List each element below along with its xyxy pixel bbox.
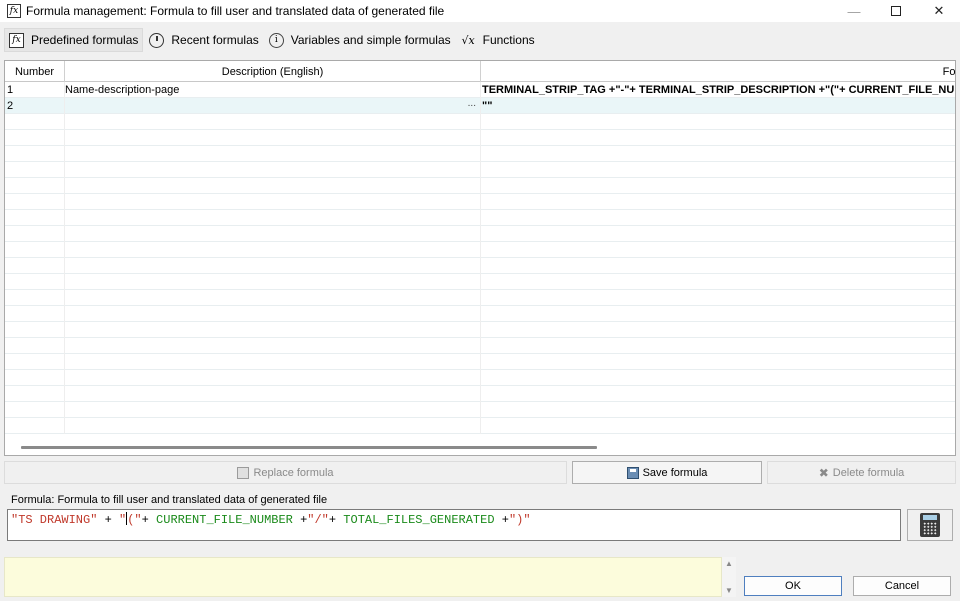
empty-table-row [5,417,955,434]
empty-rows [5,113,955,434]
empty-table-row [5,401,955,418]
row-formula[interactable]: "" [481,98,955,114]
fx-icon: fx [7,4,21,18]
sqrt-icon: √x [461,33,475,47]
close-button[interactable]: ✕ [917,0,960,22]
ellipsis-button[interactable]: ... [468,98,476,109]
row-description-text: Name-description-page [65,83,180,96]
formula-table[interactable]: Number Description (English) Formula 1 N… [4,60,956,456]
empty-table-row [5,241,955,258]
column-header-number[interactable]: Number [5,61,65,82]
formula-token-string: "/" [307,513,329,527]
formula-token-string: ")" [508,513,531,527]
empty-table-row [5,225,955,242]
clock-icon [149,32,165,48]
recent-formulas-button[interactable]: Recent formulas [145,28,263,52]
functions-button[interactable]: √x Functions [456,28,539,52]
predefined-formulas-label: Predefined formulas [31,33,139,47]
column-header-description[interactable]: Description (English) [65,61,481,82]
formula-token-string: "TS DRAWING" [11,513,98,527]
formula-token-operator: + [328,513,344,527]
calculator-button[interactable] [907,509,953,541]
replace-icon [237,466,250,479]
info-icon: i [268,32,284,48]
cancel-button[interactable]: Cancel [853,576,951,596]
empty-table-row [5,193,955,210]
row-description[interactable]: Name-description-page [65,81,481,98]
formula-token-operator: + [494,513,509,527]
empty-table-row [5,177,955,194]
formula-label: Formula: Formula to fill user and transl… [11,494,328,506]
empty-table-row [5,289,955,306]
calculator-icon [920,513,940,537]
delete-formula-button[interactable]: ✖ Delete formula [767,461,956,484]
toolbar: fx Predefined formulas Recent formulas i… [0,28,960,52]
formula-token-string: " [119,513,127,527]
row-number: 2 [5,97,65,114]
table-row[interactable]: 2 ... "" [5,97,955,114]
empty-table-row [5,305,955,322]
horizontal-scrollbar[interactable] [21,446,597,449]
table-header: Number Description (English) Formula [5,61,955,82]
save-formula-label: Save formula [642,466,708,479]
predefined-formulas-button[interactable]: fx Predefined formulas [4,28,144,52]
row-formula[interactable]: TERMINAL_STRIP_TAG +"-"+ TERMINAL_STRIP_… [481,82,955,98]
maximize-button[interactable] [874,0,918,22]
ok-button[interactable]: OK [744,576,842,596]
empty-table-row [5,113,955,130]
formula-token-variable: TOTAL_FILES_GENERATED [343,513,495,527]
row-description[interactable]: ... [65,97,481,114]
formula-input[interactable]: "TS DRAWING" + "("+ CURRENT_FILE_NUMBER … [7,509,901,541]
empty-table-row [5,321,955,338]
variables-button[interactable]: i Variables and simple formulas [264,28,455,52]
empty-table-row [5,369,955,386]
formula-token-operator: + [141,513,157,527]
maximize-icon [891,6,901,16]
formula-token-variable: CURRENT_FILE_NUMBER [156,513,293,527]
recent-formulas-label: Recent formulas [171,33,259,47]
replace-formula-label: Replace formula [253,466,334,479]
fx-icon: fx [9,32,24,48]
formula-token-operator: + [97,513,120,527]
minimize-button[interactable]: — [832,0,876,22]
delete-icon: ✖ [818,465,829,480]
scroll-down-icon[interactable]: ▼ [725,586,733,595]
title-bar: fx Formula management: Formula to fill u… [0,0,960,22]
empty-table-row [5,385,955,402]
empty-table-row [5,161,955,178]
empty-table-row [5,337,955,354]
formula-token-operator: + [292,513,308,527]
empty-table-row [5,273,955,290]
empty-table-row [5,209,955,226]
formula-token-string: (" [127,513,142,527]
message-scrollbar[interactable]: ▲ ▼ [722,557,736,597]
empty-table-row [5,257,955,274]
replace-formula-button[interactable]: Replace formula [4,461,567,484]
save-icon [626,466,639,479]
row-number: 1 [5,81,65,98]
table-row[interactable]: 1 Name-description-page TERMINAL_STRIP_T… [5,81,955,98]
delete-formula-label: Delete formula [832,466,905,479]
column-header-formula-label: Formula [942,65,955,78]
column-header-formula[interactable]: Formula [481,61,955,82]
empty-table-row [5,129,955,146]
empty-table-row [5,353,955,370]
window-title: Formula management: Formula to fill user… [26,4,445,18]
table-body: 1 Name-description-page TERMINAL_STRIP_T… [5,81,955,434]
save-formula-button[interactable]: Save formula [572,461,762,484]
functions-label: Functions [482,33,535,47]
empty-table-row [5,145,955,162]
scroll-up-icon[interactable]: ▲ [725,559,733,568]
message-area [4,557,722,597]
variables-label: Variables and simple formulas [290,33,451,47]
